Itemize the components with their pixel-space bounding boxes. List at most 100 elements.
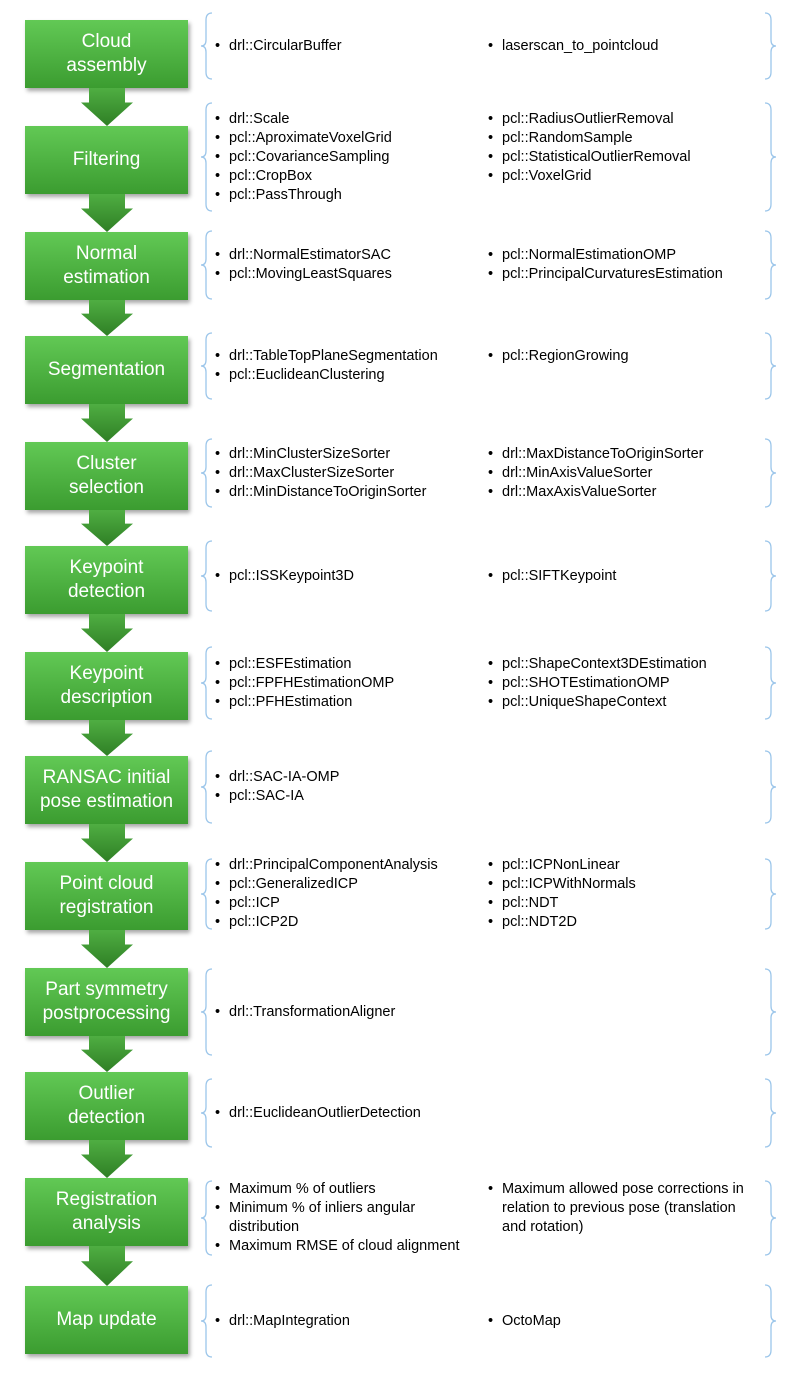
left-brace-1 xyxy=(200,102,213,212)
col1-list: drl::SAC-IA-OMPpcl::SAC-IA xyxy=(213,768,483,806)
list-item: pcl::CovarianceSampling xyxy=(213,148,483,167)
list-item: drl::TableTopPlaneSegmentation xyxy=(213,347,483,366)
list-item: pcl::PrincipalCurvaturesEstimation xyxy=(486,265,761,284)
down-arrow-icon xyxy=(81,88,133,126)
component-list: drl::TableTopPlaneSegmentationpcl::Eucli… xyxy=(213,332,768,400)
col2-list: pcl::ICPNonLinearpcl::ICPWithNormalspcl:… xyxy=(486,856,761,932)
left-brace-2 xyxy=(200,230,213,300)
list-item: pcl::EuclideanClustering xyxy=(213,366,483,385)
list-item: drl::PrincipalComponentAnalysis xyxy=(213,856,483,875)
list-item: pcl::CropBox xyxy=(213,167,483,186)
stage-box: Part symmetry postprocessing xyxy=(25,968,188,1036)
stage-box: Normal estimation xyxy=(25,232,188,300)
col1-list: drl::MinClusterSizeSorterdrl::MaxCluster… xyxy=(213,445,483,502)
col1-list: pcl::ISSKeypoint3D xyxy=(213,567,483,586)
list-item: pcl::ICP2D xyxy=(213,913,483,932)
list-item: pcl::StatisticalOutlierRemoval xyxy=(486,148,761,167)
down-arrow-icon xyxy=(81,1246,133,1286)
col2-list: pcl::RegionGrowing xyxy=(486,347,761,366)
down-arrow-icon xyxy=(81,824,133,862)
list-item: pcl::FPFHEstimationOMP xyxy=(213,674,483,693)
col2-list: pcl::ShapeContext3DEstimationpcl::SHOTEs… xyxy=(486,655,761,712)
component-list: drl::MinClusterSizeSorterdrl::MaxCluster… xyxy=(213,438,768,508)
left-brace-3 xyxy=(200,332,213,400)
list-item: drl::TransformationAligner xyxy=(213,1003,483,1022)
list-item: drl::CircularBuffer xyxy=(213,37,483,56)
list-item: pcl::SHOTEstimationOMP xyxy=(486,674,761,693)
list-item: pcl::AproximateVoxelGrid xyxy=(213,129,483,148)
component-list: pcl::ESFEstimationpcl::FPFHEstimationOMP… xyxy=(213,646,768,720)
down-arrow-icon xyxy=(81,194,133,232)
left-brace-0 xyxy=(200,12,213,80)
down-arrow-icon xyxy=(81,1140,133,1178)
list-item: drl::EuclideanOutlierDetection xyxy=(213,1104,483,1123)
list-item: Minimum % of inliers angular distributio… xyxy=(213,1199,483,1237)
left-brace-9 xyxy=(200,968,213,1056)
col1-list: drl::MapIntegration xyxy=(213,1312,483,1331)
component-list: drl::PrincipalComponentAnalysispcl::Gene… xyxy=(213,856,768,932)
list-item: pcl::SAC-IA xyxy=(213,787,483,806)
list-item: pcl::GeneralizedICP xyxy=(213,875,483,894)
stage-box: Cloud assembly xyxy=(25,20,188,88)
col2-list: drl::MaxDistanceToOriginSorterdrl::MinAx… xyxy=(486,445,761,502)
col2-list: pcl::NormalEstimationOMPpcl::PrincipalCu… xyxy=(486,246,761,284)
stage-box: Cluster selection xyxy=(25,442,188,510)
col1-list: Maximum % of outliersMinimum % of inlier… xyxy=(213,1180,483,1256)
list-item: drl::MinClusterSizeSorter xyxy=(213,445,483,464)
list-item: pcl::PassThrough xyxy=(213,186,483,205)
list-item: pcl::ICPWithNormals xyxy=(486,875,761,894)
down-arrow-icon xyxy=(81,614,133,652)
col2-list: Maximum allowed pose corrections in rela… xyxy=(486,1180,761,1237)
list-item: pcl::UniqueShapeContext xyxy=(486,693,761,712)
list-item: pcl::SIFTKeypoint xyxy=(486,567,761,586)
stage-box: Keypoint description xyxy=(25,652,188,720)
list-item: drl::MapIntegration xyxy=(213,1312,483,1331)
list-item: pcl::ICP xyxy=(213,894,483,913)
left-brace-10 xyxy=(200,1078,213,1148)
left-brace-4 xyxy=(200,438,213,508)
list-item: laserscan_to_pointcloud xyxy=(486,37,761,56)
down-arrow-icon xyxy=(81,930,133,968)
left-brace-5 xyxy=(200,540,213,612)
stage-box: Keypoint detection xyxy=(25,546,188,614)
component-list: drl::MapIntegrationOctoMap xyxy=(213,1284,768,1358)
col2-list: pcl::SIFTKeypoint xyxy=(486,567,761,586)
list-item: Maximum allowed pose corrections in rela… xyxy=(486,1180,761,1237)
list-item: pcl::MovingLeastSquares xyxy=(213,265,483,284)
col1-list: drl::TransformationAligner xyxy=(213,1003,483,1022)
col1-list: drl::CircularBuffer xyxy=(213,37,483,56)
list-item: Maximum RMSE of cloud alignment xyxy=(213,1237,483,1256)
left-brace-7 xyxy=(200,750,213,824)
component-list: drl::EuclideanOutlierDetection xyxy=(213,1078,768,1148)
col2-list: OctoMap xyxy=(486,1312,761,1331)
left-brace-12 xyxy=(200,1284,213,1358)
down-arrow-icon xyxy=(81,404,133,442)
col1-list: drl::EuclideanOutlierDetection xyxy=(213,1104,483,1123)
list-item: pcl::ICPNonLinear xyxy=(486,856,761,875)
down-arrow-icon xyxy=(81,300,133,336)
down-arrow-icon xyxy=(81,720,133,756)
col1-list: drl::TableTopPlaneSegmentationpcl::Eucli… xyxy=(213,347,483,385)
stage-box: Filtering xyxy=(25,126,188,194)
list-item: pcl::PFHEstimation xyxy=(213,693,483,712)
component-list: drl::NormalEstimatorSACpcl::MovingLeastS… xyxy=(213,230,768,300)
col2-list: laserscan_to_pointcloud xyxy=(486,37,761,56)
col1-list: drl::NormalEstimatorSACpcl::MovingLeastS… xyxy=(213,246,483,284)
stage-box: Registration analysis xyxy=(25,1178,188,1246)
down-arrow-icon xyxy=(81,1036,133,1072)
pipeline-diagram: Cloud assembly drl::CircularBufferlasersc… xyxy=(0,0,792,1383)
list-item: pcl::RegionGrowing xyxy=(486,347,761,366)
list-item: pcl::NDT2D xyxy=(486,913,761,932)
stage-box: Point cloud registration xyxy=(25,862,188,930)
list-item: drl::MaxAxisValueSorter xyxy=(486,483,761,502)
list-item: pcl::VoxelGrid xyxy=(486,167,761,186)
list-item: drl::MaxDistanceToOriginSorter xyxy=(486,445,761,464)
list-item: pcl::ShapeContext3DEstimation xyxy=(486,655,761,674)
component-list: Maximum % of outliersMinimum % of inlier… xyxy=(213,1180,768,1256)
list-item: drl::Scale xyxy=(213,110,483,129)
list-item: pcl::NormalEstimationOMP xyxy=(486,246,761,265)
col1-list: drl::Scalepcl::AproximateVoxelGridpcl::C… xyxy=(213,110,483,205)
stage-box: Outlier detection xyxy=(25,1072,188,1140)
list-item: pcl::ISSKeypoint3D xyxy=(213,567,483,586)
list-item: pcl::ESFEstimation xyxy=(213,655,483,674)
